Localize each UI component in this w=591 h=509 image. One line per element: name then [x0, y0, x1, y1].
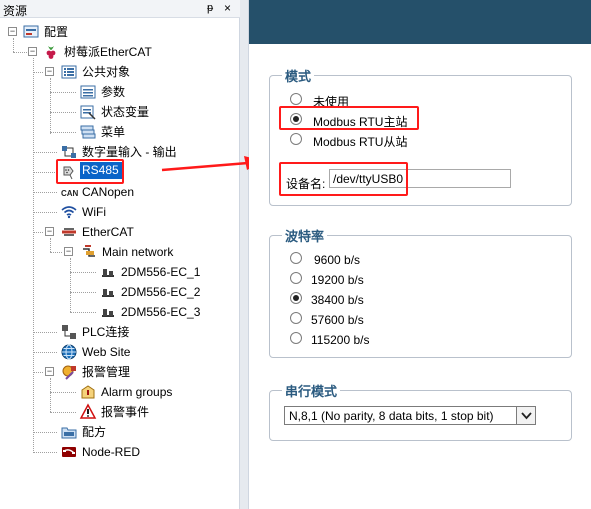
network-icon [83, 245, 95, 257]
tree-node-config[interactable]: − 配置 [0, 23, 120, 41]
tree-node-main-network[interactable]: − Main network [0, 243, 200, 261]
tree-label: 菜单 [101, 125, 126, 139]
warning-icon [79, 403, 97, 419]
tree-node-wifi[interactable]: WiFi [0, 203, 200, 221]
state-variable-icon [80, 105, 96, 120]
slave-device-icon [102, 269, 114, 277]
list-icon [80, 85, 96, 99]
tree-label: Alarm groups [101, 385, 173, 399]
alarm-management-icon [62, 365, 76, 380]
serial-mode-legend: 串行模式 [285, 384, 338, 399]
tree-label: 报警事件 [101, 405, 150, 419]
tree-node-menu[interactable]: 菜单 [0, 123, 200, 141]
tree-label: 状态变量 [101, 105, 150, 119]
baud-radio-57600[interactable] [290, 312, 302, 324]
collapse-icon[interactable]: − [45, 367, 54, 376]
svg-text:CAN: CAN [61, 189, 79, 198]
tree-node-params[interactable]: 参数 [0, 83, 200, 101]
tree-node-canopen[interactable]: CAN CANopen [0, 183, 200, 201]
recipe-folder-icon [61, 427, 77, 439]
tree-label: 2DM556-EC_1 [121, 265, 201, 279]
tree-label: 配方 [82, 425, 107, 439]
globe-icon [61, 344, 77, 360]
serial-mode-select[interactable]: N,8,1 (No parity, 8 data bits, 1 stop bi… [284, 406, 536, 425]
baud-rate-legend: 波特率 [285, 229, 325, 244]
resource-panel: 资源 ᵽ × − 配置 − 树莓派EtherCAT − 公共对象 参数 状态变量… [0, 0, 240, 509]
raspberry-icon [46, 46, 56, 59]
config-icon [23, 25, 39, 38]
tree-label: Main network [102, 245, 174, 259]
baud-option-label: 19200 b/s [311, 273, 364, 287]
baud-option-label: 9600 b/s [314, 253, 361, 267]
tree-label: WiFi [82, 205, 106, 219]
canopen-icon: CAN [61, 189, 79, 198]
tree-node-alarm-management[interactable]: − 报警管理 [0, 363, 200, 381]
tree-node-plc[interactable]: PLC连接 [0, 323, 200, 341]
menu-icon [80, 125, 96, 139]
tree-node-device-1[interactable]: 2DM556-EC_1 [0, 263, 220, 281]
tree-node-raspberry[interactable]: − 树莓派EtherCAT [0, 43, 200, 61]
tree-label: CANopen [82, 185, 135, 199]
tree-label: 2DM556-EC_3 [121, 305, 201, 319]
baud-option-label: 115200 b/s [311, 333, 370, 347]
tree-node-ethercat[interactable]: − EtherCAT [0, 223, 200, 241]
master-highlight-box [279, 106, 419, 130]
tree-node-recipe[interactable]: 配方 [0, 423, 200, 441]
rs485-highlight-box [56, 159, 124, 184]
tree-label: 公共对象 [82, 65, 131, 79]
tree-node-public-objects[interactable]: − 公共对象 [0, 63, 200, 81]
collapse-icon[interactable]: − [64, 247, 73, 256]
dropdown-button[interactable] [516, 407, 535, 424]
collapse-icon[interactable]: − [28, 47, 37, 56]
close-icon[interactable]: × [224, 1, 231, 15]
ethercat-icon [62, 228, 76, 236]
tree-node-device-3[interactable]: 2DM556-EC_3 [0, 303, 220, 321]
collapse-icon[interactable]: − [45, 67, 54, 76]
slave-device-icon [102, 289, 114, 297]
chevron-down-icon [521, 412, 532, 420]
tree-node-alarm-groups[interactable]: Alarm groups [0, 383, 200, 401]
mode-radio-unused[interactable] [290, 93, 302, 105]
tree-label: EtherCAT [82, 225, 134, 239]
mode-radio-slave[interactable] [290, 133, 302, 145]
baud-radio-19200[interactable] [290, 272, 302, 284]
tree-label: 参数 [101, 85, 126, 99]
tree-label: Node-RED [82, 445, 141, 459]
panel-title: 资源 [3, 4, 28, 18]
mode-option-label: Modbus RTU从站 [313, 135, 408, 149]
plc-connection-icon [62, 325, 76, 339]
wifi-icon [61, 206, 77, 219]
tree-node-nodered[interactable]: Node-RED [0, 443, 200, 461]
tree-node-state-vars[interactable]: 状态变量 [0, 103, 200, 121]
serial-mode-value: N,8,1 (No parity, 8 data bits, 1 stop bi… [289, 409, 494, 423]
rs485-settings-panel: 模式 未使用 Modbus RTU主站 Modbus RTU从站 设备名: 波特… [249, 0, 591, 509]
baud-option-label: 57600 b/s [311, 313, 364, 327]
settings-header-bar [249, 0, 591, 44]
alarm-groups-icon [81, 385, 95, 399]
tree-label: 2DM556-EC_2 [121, 285, 201, 299]
baud-option-label: 38400 b/s [311, 293, 364, 307]
collapse-icon[interactable]: − [8, 27, 17, 36]
node-red-icon [62, 447, 76, 457]
mode-legend: 模式 [285, 69, 312, 84]
tree-label: 报警管理 [82, 365, 131, 379]
baud-radio-9600[interactable] [290, 252, 302, 264]
list-icon [61, 65, 77, 79]
tree-node-alarm-events[interactable]: 报警事件 [0, 403, 200, 421]
tree-node-device-2[interactable]: 2DM556-EC_2 [0, 283, 220, 301]
resource-panel-titlebar: 资源 ᵽ × [0, 0, 240, 18]
tree-label: 树莓派EtherCAT [64, 45, 152, 59]
panel-splitter[interactable] [240, 0, 249, 509]
digital-io-icon [62, 146, 76, 158]
tree-node-website[interactable]: Web Site [0, 343, 200, 361]
collapse-icon[interactable]: − [45, 227, 54, 236]
pin-icon[interactable]: ᵽ [207, 2, 213, 14]
baud-radio-38400[interactable] [290, 292, 302, 304]
device-highlight-box [279, 162, 408, 196]
tree-label: 配置 [44, 25, 69, 39]
tree-label: Web Site [82, 345, 131, 359]
tree-label: PLC连接 [82, 325, 130, 339]
baud-radio-115200[interactable] [290, 332, 302, 344]
slave-device-icon [102, 309, 114, 317]
